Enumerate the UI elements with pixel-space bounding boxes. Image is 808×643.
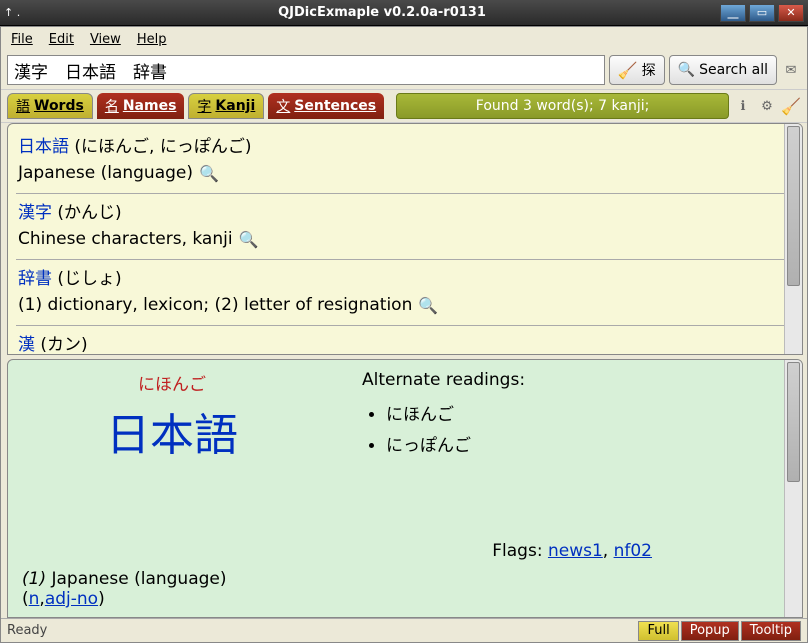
alt-readings-label: Alternate readings: xyxy=(362,370,788,390)
flag-link[interactable]: news1 xyxy=(548,541,603,561)
flag-link[interactable]: nf02 xyxy=(614,541,652,561)
alt-readings-list: にほんご にっぽんご xyxy=(386,400,788,456)
search-all-button[interactable]: 🔍Search all xyxy=(669,55,777,85)
detail-word: 日本語 xyxy=(22,399,322,463)
view-popup-button[interactable]: Popup xyxy=(681,621,739,641)
alt-reading-item: にっぽんご xyxy=(386,431,788,456)
tabs-row: 語Words 名Names 字Kanji 文Sentences Found 3 … xyxy=(1,89,807,123)
minimize-button[interactable]: __ xyxy=(720,4,746,22)
alt-reading-item: にほんご xyxy=(386,400,788,425)
detail-pos: (n,adj-no) xyxy=(22,589,772,609)
list-item[interactable]: 漢字 (かんじ) Chinese characters, kanji🔍 xyxy=(16,194,794,260)
window-title: QJDicExmaple v0.2.0a-r0131 xyxy=(44,5,720,20)
status-ready: Ready xyxy=(7,623,636,638)
found-status: Found 3 word(s); 7 kanji; xyxy=(396,93,729,119)
tab-words[interactable]: 語Words xyxy=(7,93,93,119)
titlebar: ↑ . QJDicExmaple v0.2.0a-r0131 __ ▭ ✕ xyxy=(0,0,808,26)
list-item[interactable]: 漢 (カン) xyxy=(16,326,794,355)
detail-scrollbar[interactable] xyxy=(784,360,802,617)
magnify-icon[interactable]: 🔍 xyxy=(199,164,219,183)
magnify-icon[interactable]: 🔍 xyxy=(239,230,259,249)
broom-icon: 🧹 xyxy=(618,61,638,80)
title-left: ↑ . xyxy=(4,6,44,19)
tab-sentences[interactable]: 文Sentences xyxy=(268,93,384,119)
magnify-icon[interactable]: 🔍 xyxy=(418,296,438,315)
menu-view[interactable]: View xyxy=(90,32,121,47)
mail-icon[interactable]: ✉ xyxy=(781,60,801,80)
pos-link[interactable]: n xyxy=(29,589,40,609)
maximize-button[interactable]: ▭ xyxy=(749,4,775,22)
flags-row: Flags: news1, nf02 xyxy=(22,541,652,561)
info-icon[interactable]: ℹ xyxy=(733,96,753,116)
clear-search-button[interactable]: 🧹探 xyxy=(609,55,665,85)
gear-icon[interactable]: ⚙ xyxy=(757,96,777,116)
pos-link[interactable]: adj-no xyxy=(45,589,98,609)
detail-reading: にほんご xyxy=(22,370,322,395)
view-tooltip-button[interactable]: Tooltip xyxy=(741,621,801,641)
tab-kanji[interactable]: 字Kanji xyxy=(188,93,264,119)
statusbar: Ready Full Popup Tooltip xyxy=(1,618,807,642)
results-list: 日本語 (にほんご, にっぽんご) Japanese (language)🔍 漢… xyxy=(7,123,803,355)
menu-file[interactable]: File xyxy=(11,32,33,47)
clear-icon[interactable]: 🧹 xyxy=(781,96,801,116)
menu-help[interactable]: Help xyxy=(137,32,167,47)
list-item[interactable]: 日本語 (にほんご, にっぽんご) Japanese (language)🔍 xyxy=(16,128,794,194)
results-scrollbar[interactable] xyxy=(784,124,802,354)
list-item[interactable]: 辞書 (じしょ) (1) dictionary, lexicon; (2) le… xyxy=(16,260,794,326)
search-row: 🧹探 🔍Search all ✉ xyxy=(1,51,807,89)
tab-names[interactable]: 名Names xyxy=(97,93,185,119)
view-full-button[interactable]: Full xyxy=(638,621,678,641)
menubar: File Edit View Help xyxy=(1,27,807,51)
detail-pane: にほんご 日本語 Alternate readings: にほんご にっぽんご … xyxy=(7,359,803,618)
menu-edit[interactable]: Edit xyxy=(49,32,74,47)
search-globe-icon: 🔍 xyxy=(678,62,695,78)
close-button[interactable]: ✕ xyxy=(778,4,804,22)
search-input[interactable] xyxy=(7,55,605,85)
detail-definition: (1) Japanese (language) xyxy=(22,569,772,589)
